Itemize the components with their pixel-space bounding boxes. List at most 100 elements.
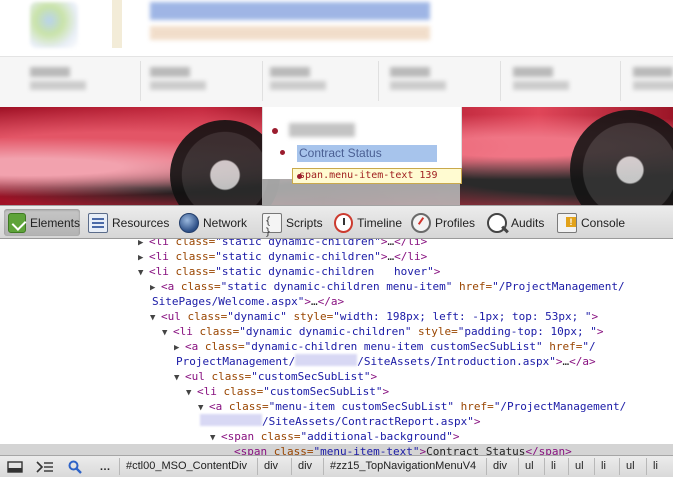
more-icon[interactable]: …: [94, 458, 116, 476]
tab-profiles[interactable]: Profiles: [411, 209, 477, 236]
markup-tag: <a: [185, 340, 205, 353]
dom-tree-panel[interactable]: ▶ <li class="static dynamic-children">…</…: [0, 239, 673, 455]
markup-attr: href=: [452, 280, 493, 293]
breadcrumb-item[interactable]: ul: [520, 456, 539, 477]
network-icon: [179, 212, 199, 233]
profiles-icon: [411, 212, 431, 233]
markup-val: "customSecSubList": [251, 370, 371, 383]
tab-timeline[interactable]: Timeline: [334, 209, 402, 236]
dom-node-line[interactable]: ▶ <a class="dynamic-children menu-item cu…: [174, 339, 596, 354]
markup-val: /SiteAssets/Introduction.aspx": [357, 355, 556, 368]
menu-item-redacted[interactable]: [289, 123, 355, 137]
markup-tag: >: [473, 415, 481, 428]
resources-icon: [88, 212, 108, 233]
dom-node-line[interactable]: ▼ <li class="customSecSubList">: [186, 384, 389, 399]
markup-attr: class=: [273, 445, 314, 455]
dom-node-line[interactable]: ▼ <ul class="dynamic" style="width: 198px…: [150, 309, 598, 324]
collapse-arrow-icon[interactable]: ▼: [138, 266, 149, 281]
topnav-item[interactable]: [382, 65, 452, 93]
elements-icon: [8, 212, 26, 233]
breadcrumb-item[interactable]: div: [293, 456, 317, 477]
breadcrumb-item[interactable]: #zz15_TopNavigationMenuV4: [325, 456, 481, 477]
dom-node-line[interactable]: ▼ <li class="dynamic dynamic-children" st…: [162, 324, 604, 339]
breadcrumb-divider: [568, 458, 569, 475]
tab-label: Scripts: [286, 215, 323, 230]
tab-label: Timeline: [357, 215, 402, 230]
markup-tag: >: [596, 325, 604, 338]
collapse-arrow-icon[interactable]: ▼: [162, 326, 173, 341]
bullet-icon: [272, 128, 278, 134]
markup-attr: class=: [187, 310, 228, 323]
topnav-item[interactable]: [22, 65, 92, 93]
dom-node-line[interactable]: ProjectManagement/ /SiteAssets/Introducti…: [176, 354, 596, 369]
markup-val: ProjectManagement/: [176, 355, 296, 368]
topnav-item[interactable]: [505, 65, 575, 93]
dom-node-line[interactable]: <span class="menu-item-text">Contract St…: [234, 444, 572, 455]
tab-network[interactable]: Network: [179, 209, 251, 236]
topnav-item[interactable]: [262, 65, 332, 93]
site-logo[interactable]: [30, 2, 78, 48]
markup-tag: <a: [209, 400, 229, 413]
dock-toggle-icon[interactable]: [4, 458, 26, 476]
dom-node-line[interactable]: SitePages/Welcome.aspx">…</a>: [152, 294, 344, 309]
tab-resources[interactable]: Resources: [88, 209, 172, 236]
audits-icon: [487, 212, 507, 233]
markup-attr: class=: [211, 370, 252, 383]
markup-tag: <span: [234, 445, 274, 455]
breadcrumb-divider: [518, 458, 519, 475]
bullet-icon: [297, 174, 302, 179]
breadcrumb-item[interactable]: li: [596, 456, 611, 477]
collapse-arrow-icon[interactable]: ▼: [150, 311, 161, 326]
tab-console[interactable]: Console: [557, 209, 627, 236]
collapse-arrow-icon[interactable]: ▼: [174, 371, 185, 386]
markup-tag: <li: [149, 239, 176, 248]
dom-node-line[interactable]: /SiteAssets/ContractReport.aspx">: [200, 414, 481, 429]
breadcrumb-divider: [291, 458, 292, 475]
breadcrumb-item[interactable]: li: [546, 456, 561, 477]
dom-node-line[interactable]: ▼ <li class="static dynamic-children hove…: [138, 264, 440, 279]
markup-attr: class=: [228, 400, 269, 413]
breadcrumb-item[interactable]: li: [648, 456, 663, 477]
breadcrumb-divider: [594, 458, 595, 475]
inspect-search-icon[interactable]: [64, 458, 86, 476]
topnav-item[interactable]: [142, 65, 212, 93]
topnav-divider: [500, 61, 501, 101]
dom-node-line[interactable]: ▼ <ul class="customSecSubList">: [174, 369, 377, 384]
tab-elements[interactable]: Elements: [4, 209, 80, 236]
markup-tag: </a>: [569, 355, 596, 368]
breadcrumb-item[interactable]: ul: [621, 456, 640, 477]
markup-attr: style=: [411, 325, 458, 338]
dom-node-line[interactable]: ▶ <a class="static dynamic-children menu-…: [150, 279, 625, 294]
breadcrumb-item[interactable]: div: [488, 456, 512, 477]
tab-label: Profiles: [435, 215, 476, 230]
dom-node-line[interactable]: ▼ <span class="additional-background">: [210, 429, 459, 444]
breadcrumb-divider: [257, 458, 258, 475]
collapse-arrow-icon[interactable]: ▼: [186, 386, 197, 401]
dom-node-line[interactable]: ▶ <li class="static dynamic-children">…</…: [138, 249, 427, 264]
topnav-item[interactable]: [625, 65, 673, 93]
markup-text: Contract Status: [426, 445, 526, 455]
tab-audits[interactable]: Audits: [487, 209, 547, 236]
tab-scripts[interactable]: Scripts: [262, 209, 324, 238]
breadcrumb-item[interactable]: #ctl00_MSO_ContentDiv: [121, 456, 252, 477]
markup-tag: >: [304, 295, 311, 308]
menu-item-contract-status[interactable]: Contract Status: [297, 145, 437, 162]
markup-tag: <a: [161, 280, 181, 293]
console-icon: [557, 212, 577, 233]
console-drawer-icon[interactable]: [34, 458, 56, 476]
markup-attr: class=: [260, 430, 301, 443]
topnav-divider: [140, 61, 141, 101]
devtools-status-bar: … #ctl00_MSO_ContentDiv div div #zz15_TopNa…: [0, 455, 673, 477]
breadcrumb-item[interactable]: div: [259, 456, 283, 477]
breadcrumb-item[interactable]: ul: [570, 456, 589, 477]
markup-val: "/ProjectManagement/: [493, 400, 627, 413]
markup-val: "static dynamic-children": [215, 239, 381, 248]
markup-tag: <li: [197, 385, 224, 398]
markup-tag: >: [370, 370, 378, 383]
markup-val: "/: [582, 340, 596, 353]
markup-tag: <span: [221, 430, 261, 443]
dom-node-line[interactable]: ▼ <a class="menu-item customSecSubList" h…: [198, 399, 626, 414]
markup-attr: class=: [223, 385, 264, 398]
dom-node-line[interactable]: ▶ <li class="static dynamic-children">…</…: [138, 239, 427, 249]
markup-val: "dynamic": [227, 310, 287, 323]
